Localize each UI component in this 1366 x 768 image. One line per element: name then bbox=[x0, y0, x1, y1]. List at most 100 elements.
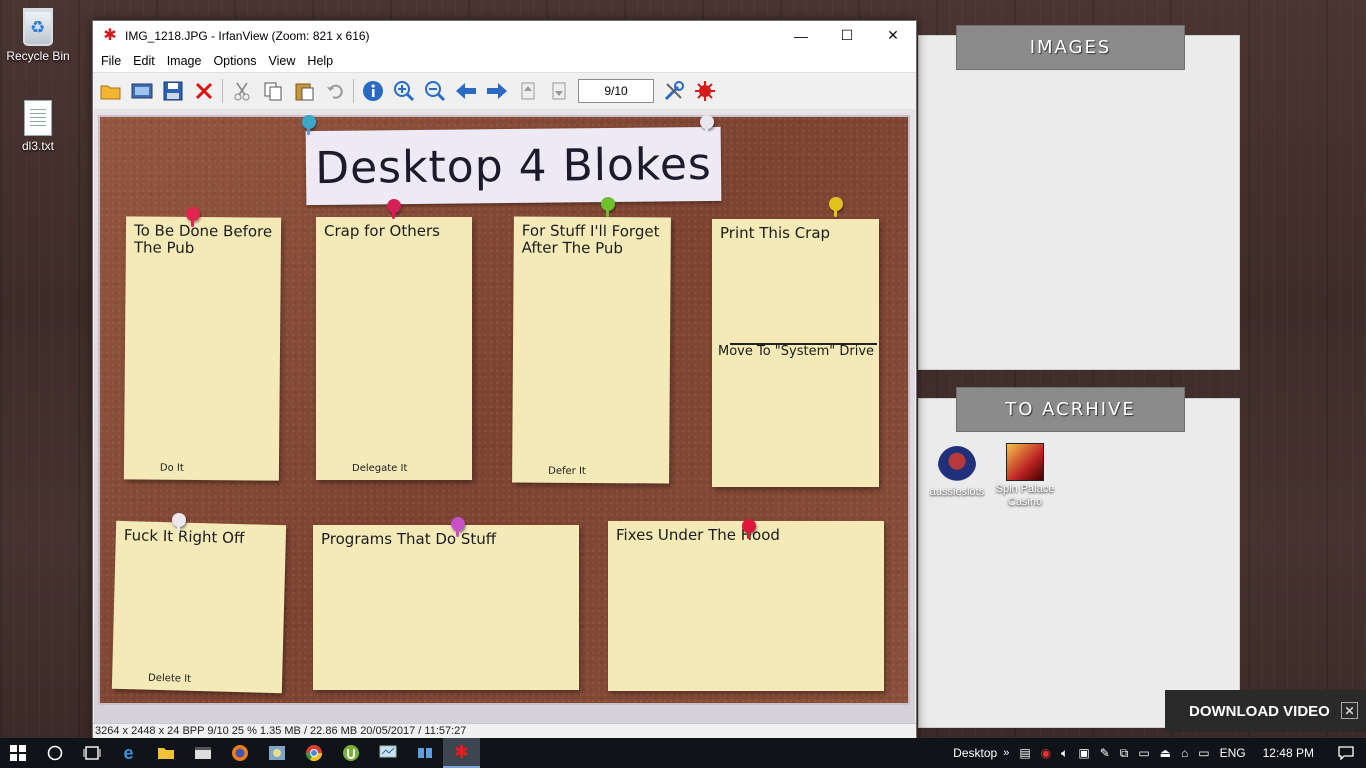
tray-red-app-icon[interactable]: ◉ bbox=[1036, 738, 1056, 768]
utorrent-icon[interactable] bbox=[332, 738, 369, 768]
chrome-icon[interactable] bbox=[295, 738, 332, 768]
cut-icon[interactable] bbox=[226, 76, 257, 106]
shortcut-aussieslots[interactable]: aussieslots bbox=[925, 446, 989, 499]
battery-icon[interactable]: ▭ bbox=[1193, 738, 1214, 768]
tray-network-share-icon[interactable]: ⧉ bbox=[1115, 738, 1134, 768]
note-label: Programs That Do Stuff bbox=[321, 530, 497, 548]
sticky-note: To Be Done Before The Pub Do It bbox=[123, 216, 282, 481]
zoom-out-icon[interactable] bbox=[419, 76, 450, 106]
fences-app-icon[interactable] bbox=[406, 738, 443, 768]
menu-image[interactable]: Image bbox=[161, 54, 208, 68]
system-tray: Desktop » ▤ ◉ 🔈︎ ▣ ✎ ⧉ ▭ ⏏ ⌂ ▭ ENG 12:48 … bbox=[948, 738, 1366, 768]
media-app-icon[interactable] bbox=[258, 738, 295, 768]
edge-browser-icon[interactable]: e bbox=[110, 738, 147, 768]
desktop-icon-recycle-bin[interactable]: Recycle Bin bbox=[0, 8, 76, 63]
push-pin bbox=[829, 197, 843, 217]
push-pin bbox=[700, 115, 714, 135]
explorer-window-icon[interactable] bbox=[184, 738, 221, 768]
next-page-icon[interactable] bbox=[543, 76, 574, 106]
slideshow-icon[interactable] bbox=[126, 76, 157, 106]
delete-icon[interactable] bbox=[188, 76, 219, 106]
zoom-in-icon[interactable] bbox=[388, 76, 419, 106]
info-icon[interactable] bbox=[357, 76, 388, 106]
start-button[interactable] bbox=[0, 738, 36, 768]
irfanview-taskbar-icon[interactable]: ✱ bbox=[443, 738, 480, 768]
sticky-note: Fixes Under The Hood bbox=[608, 521, 884, 691]
close-button[interactable]: ✕ bbox=[870, 21, 916, 50]
text-file-icon bbox=[24, 100, 52, 136]
menu-edit[interactable]: Edit bbox=[127, 54, 161, 68]
tray-drive-icon[interactable]: ▭ bbox=[1133, 738, 1154, 768]
minimize-button[interactable]: — bbox=[778, 21, 824, 50]
firefox-icon[interactable] bbox=[221, 738, 258, 768]
file-explorer-icon[interactable] bbox=[147, 738, 184, 768]
monitor-app-icon[interactable] bbox=[369, 738, 406, 768]
note-label: For Stuff I'll Forget After The Pub bbox=[521, 221, 660, 258]
sticky-note: Print This Crap Move To "System" Drive bbox=[712, 219, 879, 487]
title-bar[interactable]: ✱ IMG_1218.JPG - IrfanView (Zoom: 821 x … bbox=[93, 21, 916, 50]
page-counter-field[interactable]: 9/10 bbox=[578, 78, 654, 103]
taskbar: e ✱ Desktop » ▤ ◉ 🔈︎ ▣ ✎ ⧉ ▭ ⏏ ⌂ ▭ ENG 12… bbox=[0, 738, 1366, 768]
sticky-note: Fuck It Right Off Delete It bbox=[111, 520, 287, 694]
recycle-bin-icon bbox=[23, 8, 53, 46]
image-viewport[interactable]: Desktop 4 Blokes To Be Done Before The P… bbox=[94, 109, 915, 725]
fence-images-panel bbox=[918, 35, 1240, 370]
menu-view[interactable]: View bbox=[263, 54, 302, 68]
maximize-button[interactable]: ☐ bbox=[824, 21, 870, 50]
shortcut-spin-palace-casino[interactable]: Spin Palace Casino bbox=[993, 443, 1057, 509]
note-footer: Delegate It bbox=[352, 463, 408, 474]
download-video-button[interactable]: DOWNLOAD VIDEO ✕ bbox=[1165, 690, 1366, 732]
fence-images-title[interactable]: IMAGES bbox=[956, 25, 1185, 70]
copy-icon[interactable] bbox=[257, 76, 288, 106]
first-page-icon[interactable] bbox=[512, 76, 543, 106]
shortcut-label: aussieslots bbox=[929, 486, 985, 498]
tray-window-icon[interactable]: ▣ bbox=[1073, 738, 1094, 768]
save-icon[interactable] bbox=[157, 76, 188, 106]
previous-image-icon[interactable] bbox=[450, 76, 481, 106]
menu-file[interactable]: File bbox=[95, 54, 127, 68]
chevron-icon: » bbox=[1003, 747, 1010, 759]
tray-app-icon[interactable]: ▤ bbox=[1014, 738, 1035, 768]
push-pin bbox=[387, 199, 401, 219]
properties-tools-icon[interactable] bbox=[658, 76, 689, 106]
sticky-note: Crap for Others Delegate It bbox=[316, 217, 472, 480]
casino-app-icon bbox=[1006, 443, 1044, 481]
windows-logo-icon bbox=[10, 745, 26, 761]
push-pin bbox=[302, 115, 316, 135]
push-pin bbox=[451, 517, 465, 537]
menu-options[interactable]: Options bbox=[207, 54, 262, 68]
status-bar: 3264 x 2448 x 24 BPP 9/10 25 % 1.35 MB /… bbox=[93, 723, 916, 739]
close-icon[interactable]: ✕ bbox=[1341, 702, 1358, 719]
undo-icon[interactable] bbox=[319, 76, 350, 106]
notifications-icon[interactable] bbox=[1326, 738, 1366, 768]
clock[interactable]: 12:48 PM bbox=[1251, 738, 1326, 768]
tray-edit-icon[interactable]: ✎ bbox=[1095, 738, 1115, 768]
irfanview-about-icon[interactable] bbox=[689, 76, 720, 106]
tray-usb-icon[interactable]: ⏏ bbox=[1155, 738, 1176, 768]
task-view-icon[interactable] bbox=[73, 738, 110, 768]
desktop-icon-dl3-txt[interactable]: dl3.txt bbox=[0, 100, 76, 153]
push-pin bbox=[172, 513, 186, 533]
search-icon[interactable] bbox=[36, 738, 73, 768]
desktop-label: Desktop bbox=[953, 746, 998, 760]
desktop-toolbar-label[interactable]: Desktop » bbox=[948, 738, 1014, 768]
open-folder-icon[interactable] bbox=[95, 76, 126, 106]
note-footer: Defer It bbox=[548, 465, 586, 477]
download-video-label: DOWNLOAD VIDEO bbox=[1189, 702, 1330, 720]
desktop-icon-label: dl3.txt bbox=[21, 139, 54, 153]
fence-archive-title[interactable]: TO ACRHIVE bbox=[956, 387, 1185, 432]
corkboard-photo: Desktop 4 Blokes To Be Done Before The P… bbox=[94, 109, 915, 725]
push-pin bbox=[186, 207, 200, 227]
note-footer: Do It bbox=[159, 462, 184, 474]
next-image-icon[interactable] bbox=[481, 76, 512, 106]
sticky-note: For Stuff I'll Forget After The Pub Defe… bbox=[512, 216, 671, 484]
irfanview-app-icon: ✱ bbox=[103, 26, 117, 44]
network-icon[interactable]: ⌂ bbox=[1176, 738, 1193, 768]
menu-help[interactable]: Help bbox=[301, 54, 339, 68]
push-pin bbox=[601, 197, 615, 217]
volume-icon[interactable]: 🔈︎ bbox=[1056, 738, 1073, 768]
paste-icon[interactable] bbox=[288, 76, 319, 106]
australia-flag-icon bbox=[938, 446, 976, 484]
language-indicator[interactable]: ENG bbox=[1215, 738, 1251, 768]
note-label: To Be Done Before The Pub bbox=[133, 221, 273, 257]
